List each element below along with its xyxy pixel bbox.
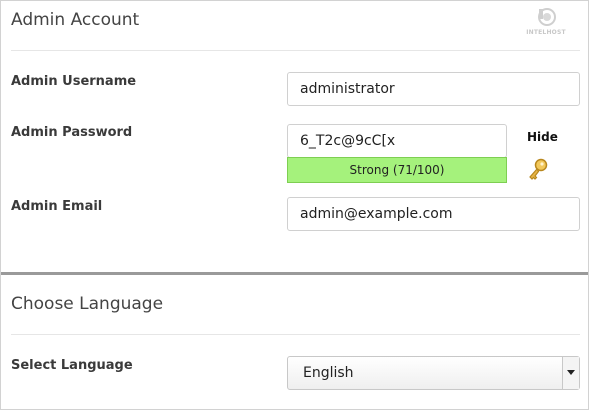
admin-settings-panel: Admin Account INTELHOST Admin Username a… — [0, 0, 589, 410]
section-divider — [11, 50, 580, 51]
password-strength-meter: Strong (71/100) — [287, 157, 507, 183]
admin-account-title: Admin Account — [11, 10, 140, 30]
hide-password-link[interactable]: Hide — [527, 130, 558, 144]
section-separator — [1, 272, 588, 275]
intelhost-logo: INTELHOST — [521, 7, 571, 39]
admin-email-input[interactable]: admin@example.com — [287, 197, 580, 231]
language-select-value: English — [303, 365, 354, 381]
select-language-label: Select Language — [11, 358, 133, 373]
admin-password-input[interactable]: 6_T2c@9cC[x — [287, 124, 507, 158]
dropdown-arrow-icon[interactable] — [562, 357, 579, 389]
admin-email-label: Admin Email — [11, 199, 103, 214]
logo-mark-icon — [538, 8, 556, 26]
language-select[interactable]: English — [287, 356, 580, 390]
admin-username-input[interactable]: administrator — [287, 72, 580, 106]
admin-password-label: Admin Password — [11, 125, 133, 140]
generate-password-key-icon[interactable] — [527, 158, 549, 182]
section-divider — [11, 334, 580, 335]
admin-username-label: Admin Username — [11, 74, 137, 89]
logo-text: INTELHOST — [526, 29, 566, 36]
choose-language-title: Choose Language — [11, 294, 164, 314]
